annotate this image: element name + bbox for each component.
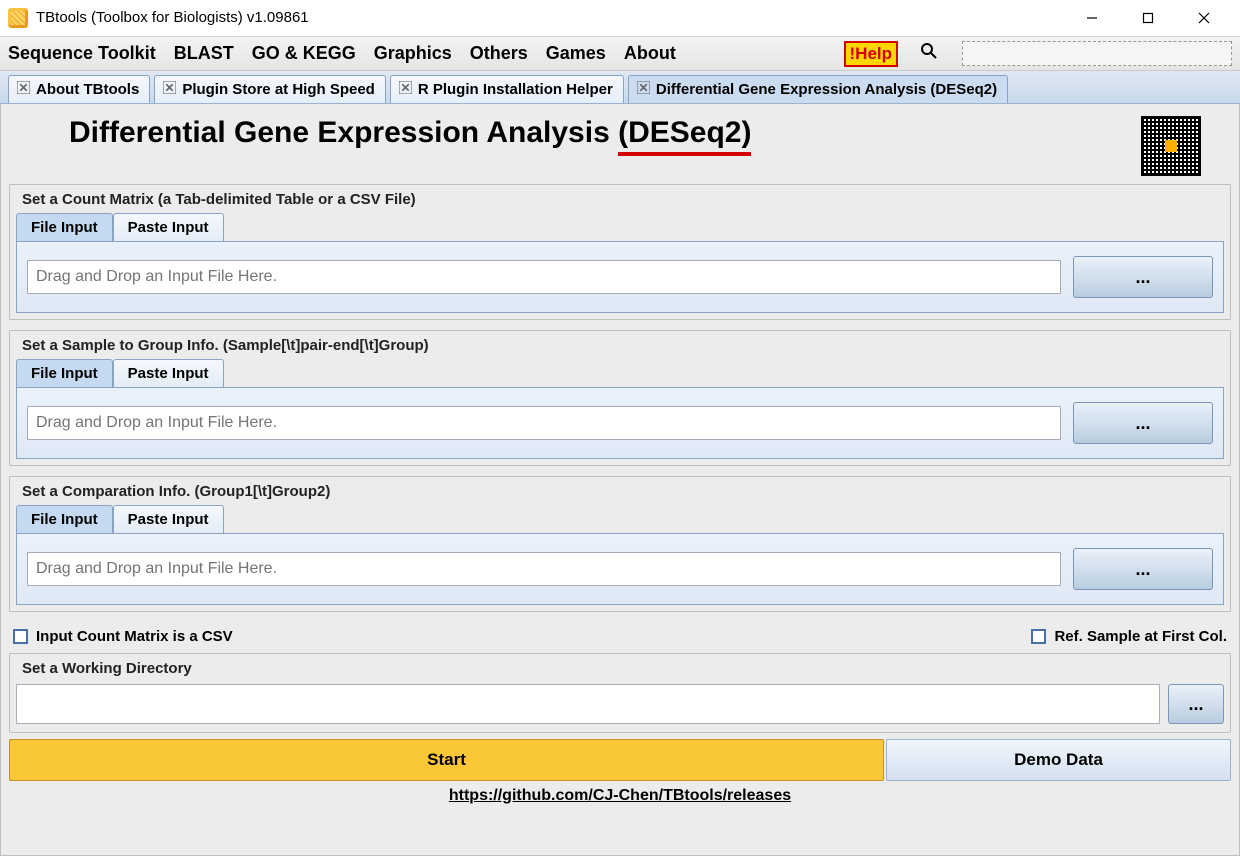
window-controls <box>1064 0 1232 36</box>
csv-checkbox-label: Input Count Matrix is a CSV <box>36 628 233 645</box>
count-matrix-browse-button[interactable]: ... <box>1073 256 1213 298</box>
maximize-button[interactable] <box>1120 0 1176 36</box>
search-input[interactable] <box>962 41 1232 66</box>
menu-go-kegg[interactable]: GO & KEGG <box>252 43 356 64</box>
count-matrix-tab-paste[interactable]: Paste Input <box>113 213 224 241</box>
app-icon <box>8 8 28 28</box>
count-matrix-tabs: File Input Paste Input <box>16 213 1224 241</box>
comparation-tab-file[interactable]: File Input <box>16 505 113 533</box>
menu-blast[interactable]: BLAST <box>174 43 234 64</box>
footer-link[interactable]: https://github.com/CJ-Chen/TBtools/relea… <box>9 787 1231 805</box>
sample-group-section: Set a Sample to Group Info. (Sample[\t]p… <box>9 330 1231 466</box>
count-matrix-input[interactable] <box>27 260 1061 294</box>
sample-group-tabs: File Input Paste Input <box>16 359 1224 387</box>
tab-label: About TBtools <box>36 81 139 98</box>
count-matrix-section: Set a Count Matrix (a Tab-delimited Tabl… <box>9 184 1231 320</box>
help-button[interactable]: !Help <box>844 41 899 67</box>
close-tab-icon[interactable] <box>637 81 650 98</box>
tab-plugin-store[interactable]: Plugin Store at High Speed <box>154 75 386 103</box>
comparation-input[interactable] <box>27 552 1061 586</box>
count-matrix-tab-file[interactable]: File Input <box>16 213 113 241</box>
comparation-tabs: File Input Paste Input <box>16 505 1224 533</box>
menu-games[interactable]: Games <box>546 43 606 64</box>
comparation-browse-button[interactable]: ... <box>1073 548 1213 590</box>
close-tab-icon[interactable] <box>163 81 176 98</box>
menu-graphics[interactable]: Graphics <box>374 43 452 64</box>
working-directory-legend: Set a Working Directory <box>18 660 196 677</box>
ref-sample-checkbox-label: Ref. Sample at First Col. <box>1054 628 1227 645</box>
qr-code-icon <box>1141 116 1201 176</box>
menu-others[interactable]: Others <box>470 43 528 64</box>
sample-group-tab-file[interactable]: File Input <box>16 359 113 387</box>
tab-deseq2[interactable]: Differential Gene Expression Analysis (D… <box>628 75 1008 103</box>
page-header: Differential Gene Expression Analysis (D… <box>9 110 1231 180</box>
start-button[interactable]: Start <box>9 739 884 781</box>
document-tabbar: About TBtools Plugin Store at High Speed… <box>0 71 1240 104</box>
tab-about-tbtools[interactable]: About TBtools <box>8 75 150 103</box>
search-icon[interactable] <box>920 42 938 65</box>
comparation-tab-paste[interactable]: Paste Input <box>113 505 224 533</box>
tab-label: Plugin Store at High Speed <box>182 81 375 98</box>
comparation-panel: ... <box>16 533 1224 605</box>
sample-group-browse-button[interactable]: ... <box>1073 402 1213 444</box>
count-matrix-panel: ... <box>16 241 1224 313</box>
sample-group-tab-paste[interactable]: Paste Input <box>113 359 224 387</box>
ref-sample-checkbox[interactable] <box>1031 629 1046 644</box>
demo-data-button[interactable]: Demo Data <box>886 739 1231 781</box>
page-title-suffix: (DESeq2) <box>618 116 751 150</box>
page-title-prefix: Differential Gene Expression Analysis <box>69 116 618 149</box>
content-area: Differential Gene Expression Analysis (D… <box>0 104 1240 856</box>
tab-label: R Plugin Installation Helper <box>418 81 613 98</box>
titlebar: TBtools (Toolbox for Biologists) v1.0986… <box>0 0 1240 36</box>
working-directory-input[interactable] <box>16 684 1160 724</box>
close-tab-icon[interactable] <box>17 81 30 98</box>
tab-label: Differential Gene Expression Analysis (D… <box>656 81 997 98</box>
working-directory-section: Set a Working Directory ... <box>9 653 1231 733</box>
window-title: TBtools (Toolbox for Biologists) v1.0986… <box>36 9 309 26</box>
count-matrix-legend: Set a Count Matrix (a Tab-delimited Tabl… <box>18 191 420 208</box>
menu-about[interactable]: About <box>624 43 676 64</box>
sample-group-input[interactable] <box>27 406 1061 440</box>
comparation-legend: Set a Comparation Info. (Group1[\t]Group… <box>18 483 334 500</box>
close-button[interactable] <box>1176 0 1232 36</box>
checkbox-row: Input Count Matrix is a CSV Ref. Sample … <box>9 622 1231 651</box>
action-row: Start Demo Data <box>9 739 1231 781</box>
tab-r-plugin-helper[interactable]: R Plugin Installation Helper <box>390 75 624 103</box>
csv-checkbox[interactable] <box>13 629 28 644</box>
sample-group-legend: Set a Sample to Group Info. (Sample[\t]p… <box>18 337 433 354</box>
menubar: Sequence Toolkit BLAST GO & KEGG Graphic… <box>0 36 1240 71</box>
menu-sequence-toolkit[interactable]: Sequence Toolkit <box>8 43 156 64</box>
close-tab-icon[interactable] <box>399 81 412 98</box>
minimize-button[interactable] <box>1064 0 1120 36</box>
comparation-section: Set a Comparation Info. (Group1[\t]Group… <box>9 476 1231 612</box>
working-directory-browse-button[interactable]: ... <box>1168 684 1224 724</box>
sample-group-panel: ... <box>16 387 1224 459</box>
page-title: Differential Gene Expression Analysis (D… <box>69 116 751 150</box>
